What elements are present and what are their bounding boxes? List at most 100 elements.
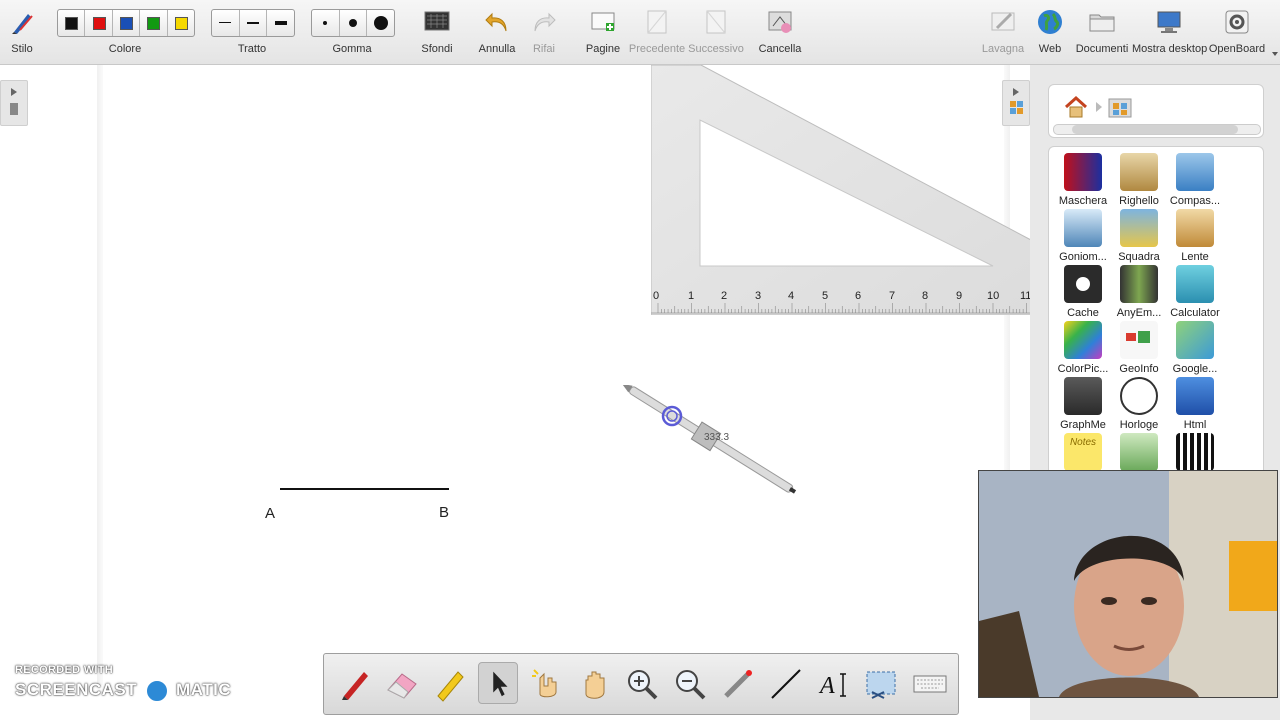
ruler-tick-label: 3 [755,290,762,302]
library-toggle-icon [1010,88,1023,114]
app-compasso[interactable]: Compas... [1167,153,1223,207]
point-b-label: B [439,504,450,521]
lavagna-button[interactable]: Lavagna [980,0,1026,64]
app-notes[interactable]: Notes [1055,433,1111,471]
documenti-button[interactable]: Documenti [1074,0,1130,64]
app-google-maps[interactable]: Google... [1167,321,1223,375]
next-page-icon [706,10,726,34]
color-selector [57,9,195,37]
capture-tool-icon[interactable] [862,664,902,704]
app-cache[interactable]: Cache [1055,265,1111,319]
set-square-tool[interactable] [651,65,1031,315]
color-blue-swatch[interactable] [113,10,141,36]
applications-folder-icon[interactable] [1107,95,1133,119]
ruler-tick-label: 7 [889,290,896,302]
precedente-button[interactable]: Precedente [628,0,686,64]
zoom-in-icon[interactable] [622,664,662,704]
eraser-tool-icon[interactable] [382,664,422,704]
app-horloge[interactable]: Horloge [1111,377,1167,431]
color-green-swatch[interactable] [140,10,168,36]
interact-hand-icon[interactable] [526,664,566,704]
app-calculator[interactable]: Calculator [1167,265,1223,319]
compass-tool[interactable]: 333.3 [620,383,820,495]
magnifier-icon [1176,209,1214,247]
top-toolbar: Stilo Colore Tratto Gomma Sfondi Annulla… [0,0,1280,65]
app-goniometro[interactable]: Goniom... [1055,209,1111,263]
selector-tool[interactable] [478,662,518,704]
eraser-group: Gomma [311,0,393,64]
text-tool-icon[interactable]: A [814,664,854,704]
gomma-label: Gomma [332,43,372,55]
tratto-label: Tratto [237,43,267,55]
pen-tool-icon[interactable] [336,664,376,704]
watermark-brand-right: MATIC [176,680,232,700]
app-righello[interactable]: Righello [1111,153,1167,207]
library-navigation [1048,84,1264,138]
app-maschera[interactable]: Maschera [1055,153,1111,207]
annulla-button[interactable]: Annulla [474,0,520,64]
home-icon[interactable] [1063,95,1089,119]
ruler-tick-label: 8 [922,290,929,302]
app-geoinfo[interactable]: GeoInfo [1111,321,1167,375]
webcam-overlay [978,470,1278,698]
rifai-button[interactable]: Rifai [522,0,566,64]
annulla-label: Annulla [478,43,516,55]
app-name: Cache [1067,307,1099,319]
board-icon [991,12,1015,31]
mostra-desktop-label: Mostra desktop [1132,43,1208,55]
pagine-label: Pagine [585,43,621,55]
stilo-label: Stilo [11,43,33,55]
library-scrollbar[interactable] [1053,124,1261,135]
keyboard-icon[interactable] [910,664,950,704]
calculator-icon [1176,265,1214,303]
app-name: AnyEm... [1116,307,1162,319]
app-anyembed[interactable]: AnyEm... [1111,265,1167,319]
undo-icon [485,12,507,32]
lavagna-label: Lavagna [981,43,1025,55]
cancella-button[interactable]: Cancella [756,0,804,64]
right-panel-toggle[interactable] [1002,80,1030,126]
clock-icon [1120,377,1158,415]
color-black-swatch[interactable] [58,10,86,36]
app-name: Maschera [1058,195,1108,207]
app-html[interactable]: Html [1167,377,1223,431]
app-colorpicker[interactable]: ColorPic... [1055,321,1111,375]
rifai-label: Rifai [532,43,555,55]
scrollbar-thumb[interactable] [1072,125,1238,134]
laser-pointer-icon[interactable] [718,664,758,704]
app-name: GraphMe [1060,419,1106,431]
color-yellow-swatch[interactable] [168,10,194,36]
left-panel-toggle[interactable] [0,80,28,126]
web-button[interactable]: Web [1028,0,1072,64]
app-lente[interactable]: Lente [1167,209,1223,263]
qr-code-icon [1176,433,1214,471]
openboard-button[interactable]: OpenBoard [1208,0,1266,64]
app-squadra[interactable]: Squadra [1111,209,1167,263]
successivo-button[interactable]: Successivo [688,0,744,64]
compass-readout: 333.3 [704,432,730,443]
line-tool-icon[interactable] [766,664,806,704]
search-icon [1120,433,1158,471]
pointer-arrow-icon [493,671,508,697]
app-qrcode[interactable] [1167,433,1223,471]
app-graphme[interactable]: GraphMe [1055,377,1111,431]
app-search[interactable] [1111,433,1167,471]
film-embed-icon [1120,265,1158,303]
highlighter-tool-icon[interactable] [430,664,470,704]
pagine-button[interactable]: Pagine [580,0,626,64]
ruler-tick-label: 10 [987,290,1000,302]
stilo-button[interactable]: Stilo [0,0,44,64]
mostra-desktop-button[interactable]: Mostra desktop [1132,0,1208,64]
window-scroll-arrow[interactable] [1270,40,1280,70]
set-square-icon [1120,209,1158,247]
sfondi-button[interactable]: Sfondi [414,0,460,64]
app-name: Goniom... [1059,251,1107,263]
documenti-label: Documenti [1075,43,1129,55]
app-name: Google... [1172,363,1218,375]
segment-ab[interactable] [280,488,449,490]
zoom-out-icon[interactable] [670,664,710,704]
hand-pan-icon[interactable] [574,664,614,704]
colore-label: Colore [108,43,142,55]
color-red-swatch[interactable] [85,10,113,36]
protractor-icon [1064,209,1102,247]
